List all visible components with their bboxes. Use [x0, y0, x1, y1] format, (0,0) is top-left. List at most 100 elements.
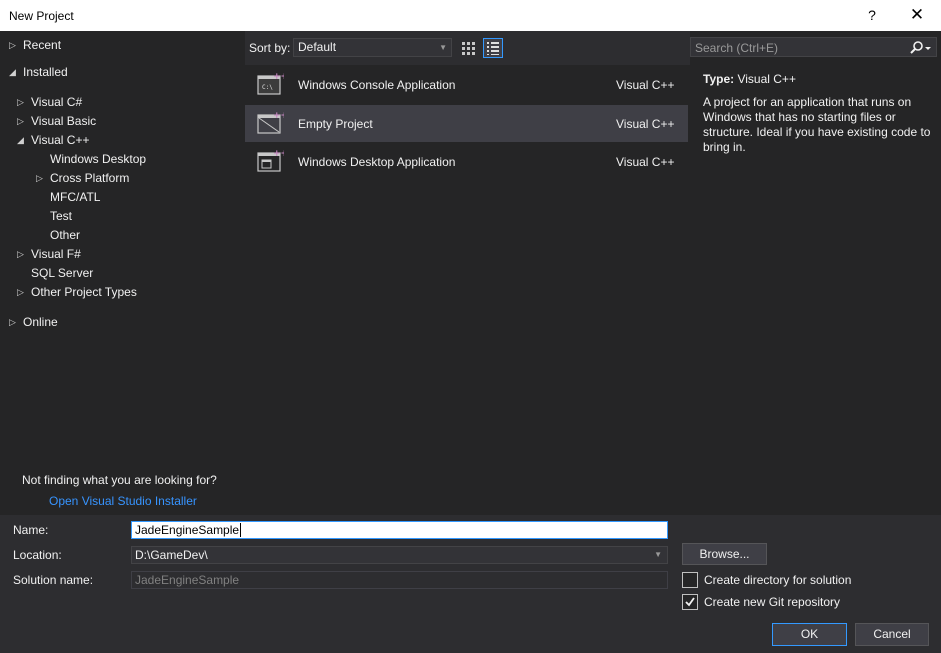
type-label: Type: [703, 72, 735, 86]
chevron-down-icon[interactable]: ▼ [654, 547, 662, 563]
list-item[interactable]: ++ Empty Project Visual C++ [245, 105, 688, 142]
title-bar: New Project ? ✕ [0, 0, 941, 31]
template-language: Visual C++ [616, 155, 675, 169]
template-name: Empty Project [298, 117, 373, 131]
svg-text:C:\: C:\ [262, 84, 273, 91]
not-finding-text: Not finding what you are looking for? [22, 473, 217, 487]
svg-text:++: ++ [273, 72, 284, 82]
project-template-list: C:\ ++ Windows Console Application Visua… [245, 65, 690, 515]
project-form: Name: JadeEngineSample Location: D:\Game… [0, 515, 941, 653]
template-name: Windows Desktop Application [298, 155, 456, 169]
chevron-right-icon[interactable]: ▷ [17, 112, 27, 131]
sort-label: Sort by: [249, 41, 291, 55]
name-field[interactable]: JadeEngineSample [131, 521, 668, 539]
tree-item-label: MFC/ATL [50, 190, 101, 204]
text-cursor [240, 523, 242, 537]
tree-item-visual-cpp[interactable]: ◢ Visual C++ [17, 131, 89, 150]
create-directory-checkbox[interactable] [682, 572, 698, 588]
tree-item-label: SQL Server [31, 266, 94, 280]
tree-item-label: Visual C# [31, 95, 83, 109]
list-view-icon [487, 42, 499, 55]
open-installer-link[interactable]: Open Visual Studio Installer [49, 494, 197, 508]
window-title: New Project [9, 9, 74, 23]
template-description: A project for an application that runs o… [703, 95, 931, 154]
tree-item-visual-fsharp[interactable]: ▷ Visual F# [17, 245, 81, 264]
tree-item-test[interactable]: Test [50, 207, 72, 226]
location-value: D:\GameDev\ [135, 548, 208, 562]
chevron-right-icon[interactable]: ▷ [36, 169, 46, 188]
template-list-panel: Sort by: Default ▼ C:\ + Windows Console… [245, 31, 690, 515]
template-language: Visual C++ [616, 117, 675, 131]
tree-item-visual-csharp[interactable]: ▷ Visual C# [17, 93, 82, 112]
checkmark-icon [685, 597, 695, 607]
template-language: Visual C++ [616, 78, 675, 92]
desktop-app-icon: ++ [257, 149, 284, 172]
tree-item-other[interactable]: Other [50, 226, 80, 245]
create-git-repo-checkbox[interactable] [682, 594, 698, 610]
svg-text:++: ++ [273, 149, 284, 159]
create-git-repo-label[interactable]: Create new Git repository [704, 595, 840, 609]
name-label: Name: [13, 523, 49, 537]
template-type: Type: Visual C++ [703, 72, 796, 86]
tree-item-recent[interactable]: ▷ Recent [9, 36, 61, 55]
name-value: JadeEngineSample [135, 523, 240, 537]
svg-text:++: ++ [273, 111, 284, 121]
list-view-button[interactable] [483, 38, 503, 58]
solution-name-label: Solution name: [13, 573, 94, 587]
chevron-right-icon[interactable]: ▷ [9, 36, 19, 55]
chevron-down-icon[interactable]: ◢ [17, 131, 27, 150]
chevron-right-icon[interactable]: ▷ [17, 93, 27, 112]
sort-dropdown[interactable]: Default ▼ [293, 38, 452, 57]
location-field[interactable]: D:\GameDev\ ▼ [131, 546, 668, 564]
search-box[interactable]: Search (Ctrl+E) [690, 37, 937, 57]
close-icon: ✕ [909, 5, 925, 24]
create-directory-label[interactable]: Create directory for solution [704, 573, 851, 587]
chevron-right-icon[interactable]: ▷ [17, 283, 27, 302]
tree-item-label: Visual F# [31, 247, 81, 261]
empty-project-icon: ++ [257, 111, 284, 134]
solution-name-field: JadeEngineSample [131, 571, 668, 589]
sort-toolbar: Sort by: Default ▼ [245, 31, 690, 65]
tree-item-label: Cross Platform [50, 171, 130, 185]
grid-view-icon [462, 42, 475, 55]
type-value: Visual C++ [737, 72, 796, 86]
template-name: Windows Console Application [298, 78, 456, 92]
tree-item-label: Other [50, 228, 81, 242]
template-tree-panel: ▷ Recent ◢ Installed ▷ Visual C# ▷ Visua… [0, 31, 245, 515]
tree-item-label: Test [50, 209, 73, 223]
tree-item-label: Other Project Types [31, 285, 137, 299]
chevron-right-icon[interactable]: ▷ [9, 313, 19, 332]
help-button[interactable]: ? [863, 7, 881, 23]
search-input[interactable]: Search (Ctrl+E) [695, 41, 778, 55]
tree-item-label: Windows Desktop [50, 152, 147, 166]
tree-item-label: Online [23, 315, 58, 329]
tree-item-sql-server[interactable]: SQL Server [31, 264, 93, 283]
details-panel: Search (Ctrl+E) Type: Visual C++ A proje… [690, 31, 941, 515]
sort-value: Default [298, 40, 337, 54]
browse-button[interactable]: Browse... [682, 543, 767, 565]
tree-item-visual-basic[interactable]: ▷ Visual Basic [17, 112, 96, 131]
list-item[interactable]: C:\ ++ Windows Console Application Visua… [245, 66, 688, 103]
tree-item-label: Installed [23, 65, 68, 79]
chevron-right-icon[interactable]: ▷ [17, 245, 27, 264]
ok-button[interactable]: OK [772, 623, 847, 646]
grid-view-button[interactable] [458, 38, 478, 58]
tree-item-windows-desktop[interactable]: Windows Desktop [50, 150, 146, 169]
console-app-icon: C:\ ++ [257, 72, 284, 95]
list-item[interactable]: ++ Windows Desktop Application Visual C+… [245, 143, 688, 180]
chevron-down-icon: ▼ [439, 43, 447, 52]
cancel-button[interactable]: Cancel [855, 623, 929, 646]
close-button[interactable]: ✕ [904, 5, 930, 27]
search-icon[interactable] [908, 40, 932, 56]
tree-item-label: Visual Basic [31, 114, 97, 128]
tree-item-installed[interactable]: ◢ Installed [9, 63, 68, 82]
location-label: Location: [13, 548, 62, 562]
chevron-down-icon[interactable]: ◢ [9, 63, 19, 82]
tree-item-label: Recent [23, 38, 62, 52]
tree-item-label: Visual C++ [31, 133, 90, 147]
solution-name-value: JadeEngineSample [135, 573, 240, 587]
tree-item-cross-platform[interactable]: ▷ Cross Platform [36, 169, 129, 188]
tree-item-other-project-types[interactable]: ▷ Other Project Types [17, 283, 137, 302]
tree-item-online[interactable]: ▷ Online [9, 313, 58, 332]
tree-item-mfc-atl[interactable]: MFC/ATL [50, 188, 100, 207]
